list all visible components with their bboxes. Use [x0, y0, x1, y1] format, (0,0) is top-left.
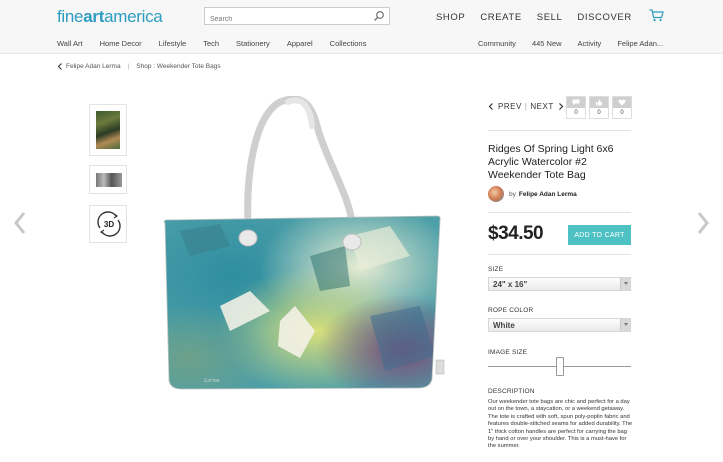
avatar[interactable]: [488, 186, 504, 202]
3d-rotate-icon: 3D: [97, 211, 121, 237]
breadcrumb-artist[interactable]: Felipe Adan Lerma: [66, 63, 121, 70]
subnav-activity[interactable]: Activity: [578, 39, 602, 48]
breadcrumb: Felipe Adan Lerma | Shop : Weekender Tot…: [57, 63, 221, 70]
site-header: fineartamerica SHOP CREATE SELL DISCOVER…: [0, 0, 723, 54]
subnav-lifestyle[interactable]: Lifestyle: [159, 39, 187, 48]
prev-link[interactable]: PREV: [498, 102, 522, 111]
subnav-home-decor[interactable]: Home Decor: [100, 39, 142, 48]
size-select[interactable]: 24" x 16": [488, 277, 631, 291]
chevron-down-icon: [620, 319, 630, 331]
thumbnail-bag-view[interactable]: [89, 165, 127, 194]
bag-handle-left: [244, 96, 320, 228]
image-size-slider-handle[interactable]: [555, 357, 564, 376]
sub-nav-left: Wall Art Home Decor Lifestyle Tech Stati…: [57, 39, 383, 48]
description-label: DESCRIPTION: [488, 388, 535, 395]
chevron-down-icon: [620, 278, 630, 290]
nav-shop[interactable]: SHOP: [436, 12, 465, 23]
size-select-value: 24" x 16": [493, 280, 528, 289]
product-image: Lerma: [163, 96, 445, 390]
subnav-collections[interactable]: Collections: [330, 39, 367, 48]
rope-color-select-value: White: [493, 321, 515, 330]
comment-count: 0: [574, 110, 578, 116]
like-icon: [596, 99, 603, 106]
main-nav: SHOP CREATE SELL DISCOVER: [436, 12, 647, 23]
chevron-right-icon[interactable]: [695, 211, 711, 235]
nav-sell[interactable]: SELL: [537, 12, 563, 23]
subnav-wall-art[interactable]: Wall Art: [57, 39, 83, 48]
logo-part-art: art: [83, 7, 105, 26]
favorite-count: 0: [620, 110, 624, 116]
chevron-right-icon: [558, 103, 564, 110]
artist-name-link[interactable]: Felipe Adan Lerma: [519, 191, 577, 198]
chevron-left-icon: [57, 63, 62, 70]
artwork-signature: Lerma: [203, 378, 220, 384]
bag-rope-knot-right: [342, 233, 362, 251]
divider-top: [488, 130, 631, 131]
breadcrumb-separator: |: [127, 63, 130, 70]
social-counters: 0 0 0: [566, 96, 635, 119]
subnav-stationery[interactable]: Stationery: [236, 39, 270, 48]
prev-next-divider: |: [524, 102, 528, 111]
artist-row: by Felipe Adan Lerma: [488, 186, 577, 202]
logo-part-america: america: [104, 7, 163, 26]
chevron-left-icon: [488, 103, 493, 110]
comment-icon: [572, 99, 580, 106]
prev-next-nav: PREV | NEXT: [488, 102, 564, 111]
sub-nav-right: Community 445 New Activity Felipe Adan..…: [478, 39, 679, 48]
site-logo[interactable]: fineartamerica: [57, 7, 163, 27]
divider-middle: [488, 212, 631, 213]
thumbnail-bag-image: [96, 173, 122, 187]
thumbnail-artwork[interactable]: [89, 104, 127, 156]
search-icon[interactable]: [373, 10, 385, 22]
add-to-cart-button[interactable]: ADD TO CART: [568, 225, 631, 245]
rope-color-label: ROPE COLOR: [488, 307, 534, 314]
subnav-account[interactable]: Felipe Adan...: [617, 39, 663, 48]
size-label: SIZE: [488, 266, 504, 273]
cart-icon[interactable]: [649, 9, 664, 22]
search-box: [204, 7, 390, 28]
divider-options: [488, 254, 631, 255]
bag-handle-right: [312, 118, 356, 228]
product-price: $34.50: [488, 223, 544, 244]
chevron-left-icon[interactable]: [12, 211, 28, 235]
nav-discover[interactable]: DISCOVER: [577, 12, 631, 23]
thumbnail-artwork-image: [96, 111, 120, 149]
image-size-label: IMAGE SIZE: [488, 349, 528, 356]
heart-icon: [618, 99, 626, 106]
search-input[interactable]: [205, 11, 365, 28]
subnav-community[interactable]: Community: [478, 39, 516, 48]
svg-text:3D: 3D: [104, 220, 114, 229]
subnav-tech[interactable]: Tech: [203, 39, 219, 48]
like-count: 0: [597, 110, 601, 116]
subnav-apparel[interactable]: Apparel: [287, 39, 313, 48]
like-counter[interactable]: 0: [589, 96, 609, 119]
subnav-new-count[interactable]: 445 New: [532, 39, 562, 48]
breadcrumb-path[interactable]: Shop : Weekender Tote Bags: [136, 63, 220, 70]
next-link[interactable]: NEXT: [530, 102, 553, 111]
comment-counter[interactable]: 0: [566, 96, 586, 119]
artist-prefix: by: [509, 190, 516, 198]
product-title: Ridges Of Spring Light 6x6 Acrylic Water…: [488, 143, 614, 181]
favorite-counter[interactable]: 0: [612, 96, 632, 119]
rope-color-select[interactable]: White: [488, 318, 631, 332]
logo-part-fine: fine: [57, 7, 84, 26]
description-text: Our weekender tote bags are chic and per…: [488, 399, 633, 450]
thumbnail-3d-view[interactable]: 3D: [89, 205, 127, 243]
nav-create[interactable]: CREATE: [480, 12, 521, 23]
bag-rope-knot-left: [238, 229, 258, 247]
